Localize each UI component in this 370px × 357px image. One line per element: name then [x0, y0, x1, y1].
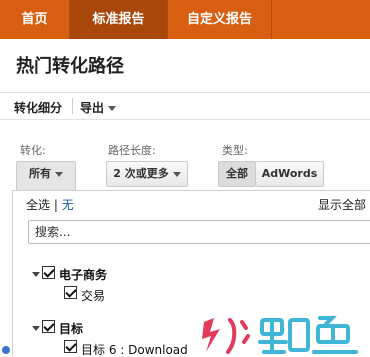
watermark-logo [202, 316, 358, 354]
type-all-button[interactable]: 全部 [218, 161, 256, 187]
export-label: 导出 [80, 101, 105, 115]
logo-character-3 [312, 316, 358, 354]
group-checkbox-ecommerce[interactable] [42, 266, 55, 279]
show-all-link[interactable]: 显示全部 [318, 196, 366, 213]
conversion-breakdown-button[interactable]: 转化细分 [14, 99, 62, 116]
lightning-icon [202, 318, 220, 352]
path-length-dropdown[interactable]: 2 次或更多 [106, 161, 188, 187]
type-adwords-button[interactable]: AdWords [256, 161, 324, 187]
expand-triangle-icon[interactable] [32, 272, 40, 277]
search-input[interactable]: 搜索... [28, 220, 370, 244]
item-checkbox-transaction[interactable] [64, 286, 77, 299]
item-label-transaction: 交易 [81, 289, 106, 303]
toolbar-divider [72, 98, 73, 114]
page-title: 热门转化路径 [16, 56, 124, 77]
item-label-goal-6: 目标 6 : Download [81, 343, 188, 357]
expand-triangle-icon[interactable] [32, 326, 40, 331]
logo-character-2 [258, 318, 310, 354]
blue-dot [2, 346, 10, 354]
conversion-filter-label: 转化: [20, 144, 46, 157]
tab-custom-reports[interactable]: 自定义报告 [168, 0, 272, 39]
tab-standard-reports[interactable]: 标准报告 [70, 0, 168, 39]
chevron-down-icon [55, 171, 63, 177]
top-nav: 首页 标准报告 自定义报告 [0, 0, 370, 39]
select-all-link[interactable]: 全选 [26, 198, 50, 212]
conversion-dropdown-value: 所有 [29, 167, 51, 180]
path-length-filter-label: 路径长度: [108, 144, 156, 157]
report-toolbar: 转化细分 导出 [0, 92, 370, 120]
conversion-dropdown[interactable]: 所有 [16, 161, 76, 191]
path-length-value: 2 次或更多 [113, 167, 169, 180]
export-button[interactable]: 导出 [80, 99, 117, 116]
select-separator: | [53, 198, 58, 212]
tab-home[interactable]: 首页 [0, 0, 70, 39]
fish-icon [226, 318, 250, 354]
group-label-ecommerce: 电子商务 [59, 268, 108, 282]
type-filter-label: 类型: [222, 144, 248, 157]
chevron-down-icon [108, 106, 117, 111]
select-none-link[interactable]: 无 [62, 198, 74, 212]
chevron-down-icon [172, 171, 181, 177]
group-checkbox-goals[interactable] [42, 320, 55, 333]
group-label-goals: 目标 [59, 322, 84, 336]
item-checkbox-goal-6[interactable] [64, 340, 77, 353]
select-controls: 全选 | 无 [26, 196, 74, 213]
